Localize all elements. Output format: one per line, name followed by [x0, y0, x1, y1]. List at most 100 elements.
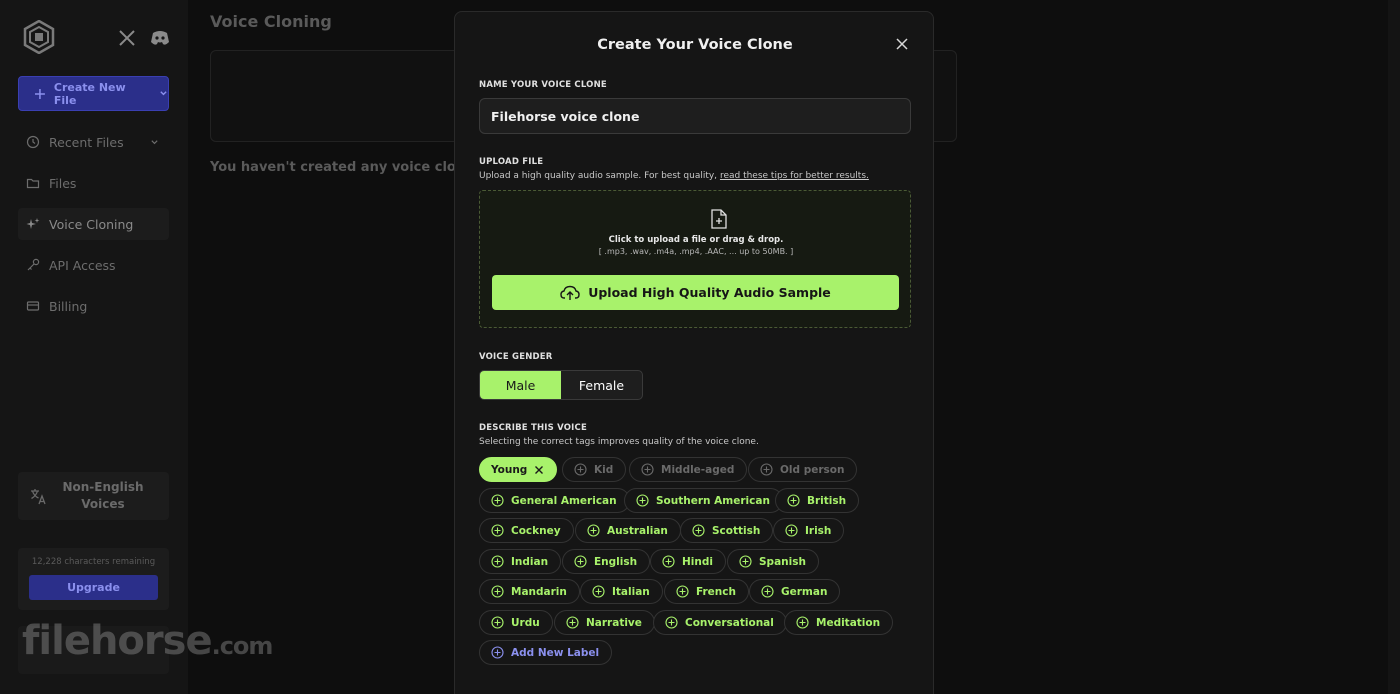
plus-icon	[34, 88, 45, 99]
page-scrollbar[interactable]	[1388, 0, 1400, 694]
tag-cockney[interactable]: Cockney	[479, 518, 574, 543]
close-icon[interactable]	[534, 465, 544, 475]
plus-circle-icon	[665, 616, 678, 629]
sidebar-item-label: API Access	[49, 257, 116, 273]
credit-card-icon	[26, 301, 40, 311]
plus-circle-icon	[739, 555, 752, 568]
gender-option-female[interactable]: Female	[561, 371, 642, 399]
close-icon[interactable]	[895, 37, 909, 51]
create-voice-clone-modal: Create Your Voice Clone NAME YOUR VOICE …	[454, 11, 934, 694]
tag-irish[interactable]: Irish	[773, 518, 845, 543]
plus-circle-icon	[760, 463, 773, 476]
chevron-down-icon	[160, 91, 167, 96]
sidebar-item-billing[interactable]: Billing	[18, 290, 169, 322]
tag-label: Narrative	[586, 616, 642, 629]
sidebar-item-api-access[interactable]: API Access	[18, 249, 169, 281]
key-icon	[27, 258, 40, 271]
tag-label: German	[781, 585, 828, 598]
tag-scottish[interactable]: Scottish	[680, 518, 774, 543]
tag-young[interactable]: Young	[479, 457, 558, 482]
tag-mandarin[interactable]: Mandarin	[479, 579, 580, 604]
non-english-voices-button[interactable]: Non-English Voices	[18, 472, 169, 520]
tag-old-person[interactable]: Old person	[748, 457, 858, 482]
tag-meditation[interactable]: Meditation	[784, 610, 894, 635]
voice-clone-name-input[interactable]	[479, 98, 911, 134]
create-new-file-button[interactable]: Create New File	[18, 76, 169, 111]
plus-circle-icon	[676, 585, 689, 598]
tag-spanish[interactable]: Spanish	[727, 549, 819, 574]
tag-hindi[interactable]: Hindi	[650, 549, 726, 574]
translate-icon	[31, 488, 46, 504]
tag-label: British	[807, 494, 847, 507]
file-add-icon	[711, 209, 727, 229]
tag-label: Cockney	[511, 524, 561, 537]
tag-label: English	[594, 555, 638, 568]
tag-english[interactable]: English	[562, 549, 651, 574]
watermark-text: filehorse	[22, 618, 213, 664]
tag-australian[interactable]: Australian	[575, 518, 681, 543]
tag-label: Urdu	[511, 616, 540, 629]
plus-circle-icon	[692, 524, 705, 537]
cloud-upload-icon	[560, 285, 580, 300]
tag-german[interactable]: German	[749, 579, 841, 604]
x-twitter-icon[interactable]	[118, 29, 136, 47]
tag-label: Mandarin	[511, 585, 567, 598]
characters-remaining: 12,228 characters remaining	[31, 557, 156, 567]
gender-option-male[interactable]: Male	[480, 371, 561, 399]
watermark-suffix: .com	[211, 632, 274, 660]
tag-label: Scottish	[712, 524, 761, 537]
tag-label: Spanish	[759, 555, 806, 568]
plus-circle-icon	[574, 463, 587, 476]
upgrade-button[interactable]: Upgrade	[29, 575, 158, 600]
sidebar-item-label: Billing	[49, 298, 88, 314]
tag-label: Hindi	[682, 555, 713, 568]
tag-conversational[interactable]: Conversational	[653, 610, 787, 635]
tag-british[interactable]: British	[775, 488, 860, 513]
plus-circle-icon	[491, 524, 504, 537]
tag-label: Kid	[594, 463, 614, 476]
sidebar-item-recent-files[interactable]: Recent Files	[18, 126, 169, 158]
tag-label: Old person	[780, 463, 845, 476]
upload-hint-text: Upload a high quality audio sample. For …	[479, 171, 718, 181]
tag-urdu[interactable]: Urdu	[479, 610, 553, 635]
plus-circle-icon	[785, 524, 798, 537]
add-new-label-text: Add New Label	[511, 646, 600, 659]
discord-icon[interactable]	[150, 29, 170, 47]
tag-southern-american[interactable]: Southern American	[624, 488, 783, 513]
tag-general-american[interactable]: General American	[479, 488, 630, 513]
tag-label: Italian	[612, 585, 650, 598]
tag-indian[interactable]: Indian	[479, 549, 562, 574]
sidebar-item-files[interactable]: Files	[18, 167, 169, 199]
app-logo-icon[interactable]	[22, 20, 56, 54]
non-english-voices-label: Non-English Voices	[62, 480, 144, 511]
plus-circle-icon	[587, 524, 600, 537]
add-new-label-button[interactable]: Add New Label	[479, 640, 613, 665]
tag-middle-aged[interactable]: Middle-aged	[629, 457, 748, 482]
sidebar-item-voice-cloning[interactable]: Voice Cloning	[18, 208, 169, 240]
clock-icon	[26, 135, 40, 149]
plus-circle-icon	[641, 463, 654, 476]
file-dropzone[interactable]: Click to upload a file or drag & drop. […	[479, 190, 911, 328]
upload-audio-button[interactable]: Upload High Quality Audio Sample	[492, 275, 899, 310]
tag-kid[interactable]: Kid	[562, 457, 627, 482]
tag-italian[interactable]: Italian	[580, 579, 663, 604]
credits-panel: 12,228 characters remaining Upgrade	[18, 548, 169, 610]
create-new-file-label: Create New File	[53, 80, 126, 107]
dropzone-formats: [ .mp3, .wav, .m4a, .mp4, .AAC, ... up t…	[598, 247, 794, 256]
tips-link[interactable]: read these tips for better results.	[720, 171, 869, 181]
tag-french[interactable]: French	[664, 579, 749, 604]
plus-circle-icon	[491, 646, 504, 659]
plus-circle-icon	[491, 555, 504, 568]
sidebar: Create New File Recent Files Files Voice…	[0, 0, 273, 694]
plus-circle-icon	[592, 585, 605, 598]
tag-label: Australian	[607, 524, 668, 537]
plus-circle-icon	[636, 494, 649, 507]
chevron-down-icon	[151, 139, 158, 144]
sidebar-item-label: Files	[49, 175, 77, 191]
tag-label: Indian	[511, 555, 549, 568]
tag-label: French	[696, 585, 736, 598]
tag-narrative[interactable]: Narrative	[554, 610, 655, 635]
folder-icon	[26, 178, 40, 189]
dropzone-instruction: Click to upload a file or drag & drop.	[608, 235, 784, 245]
tag-label: Irish	[805, 524, 832, 537]
